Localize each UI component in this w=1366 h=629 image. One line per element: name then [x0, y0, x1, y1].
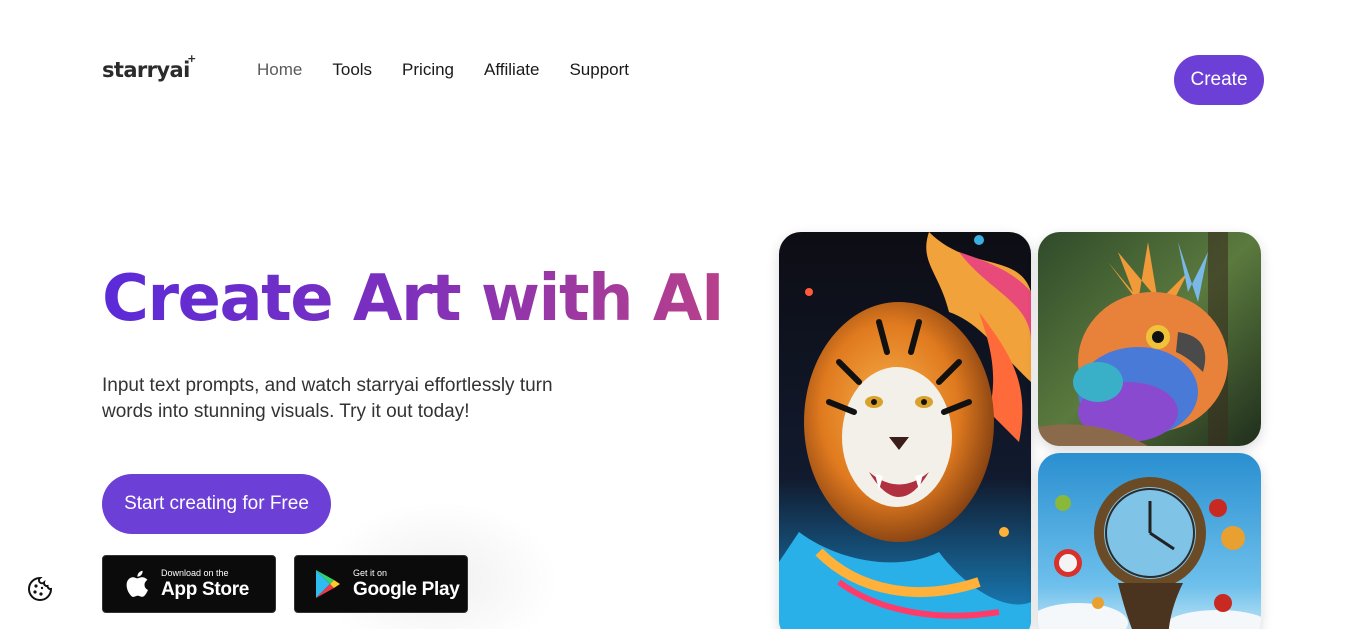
app-store-badge[interactable]: Download on the App Store [102, 555, 276, 613]
app-store-big-text: App Store [161, 579, 250, 600]
gallery-image-tiger [779, 232, 1031, 629]
create-button[interactable]: Create [1174, 55, 1264, 105]
hero-title: Create Art with AI [102, 262, 725, 336]
logo-text: starryai [102, 58, 190, 82]
nav-tools[interactable]: Tools [332, 60, 372, 80]
app-store-small-text: Download on the [161, 568, 229, 578]
nav-pricing[interactable]: Pricing [402, 60, 454, 80]
nav-home[interactable]: Home [257, 60, 302, 80]
nav-support[interactable]: Support [569, 60, 629, 80]
logo[interactable]: starryai + [102, 52, 196, 82]
sparkle-icon: + [187, 52, 196, 65]
gallery-image-clock [1038, 453, 1261, 629]
nav-affiliate[interactable]: Affiliate [484, 60, 539, 80]
gallery-image-bird [1038, 232, 1261, 446]
start-creating-button[interactable]: Start creating for Free [102, 474, 331, 534]
google-play-small-text: Get it on [353, 568, 388, 578]
google-play-badge[interactable]: Get it on Google Play [294, 555, 468, 613]
hero-subtitle: Input text prompts, and watch starryai e… [102, 375, 553, 422]
google-play-icon [311, 567, 345, 601]
main-nav: Home Tools Pricing Affiliate Support [257, 60, 659, 80]
cookie-settings-icon[interactable] [27, 576, 53, 602]
google-play-big-text: Google Play [353, 579, 460, 600]
apple-icon [119, 567, 153, 601]
